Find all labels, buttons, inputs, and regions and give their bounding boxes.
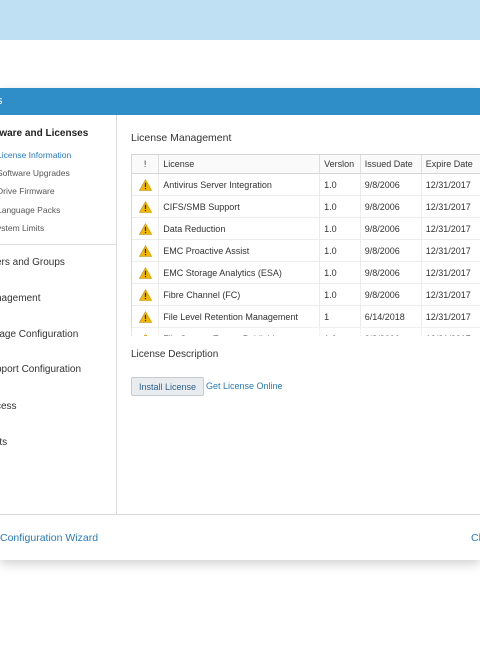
- license-name-cell: EMC Storage Analytics (ESA): [158, 261, 321, 284]
- warning-icon: [138, 244, 152, 257]
- version-cell: 1.0: [319, 173, 361, 196]
- status-cell: [132, 195, 160, 218]
- warning-icon: [138, 200, 152, 213]
- sidebar-item-software-upgrades[interactable]: Software Upgrades: [0, 168, 70, 178]
- warning-icon: [138, 266, 152, 279]
- dialog-titlebar: s: [0, 88, 480, 115]
- sidebar-section-management[interactable]: nagement: [0, 293, 40, 304]
- status-cell: [132, 173, 160, 196]
- status-cell: [132, 261, 160, 284]
- column-header-issued-date[interactable]: Issued Date: [360, 155, 422, 174]
- sidebar-section-software-licenses[interactable]: tware and Licenses: [0, 128, 88, 139]
- status-cell: [132, 239, 160, 262]
- sidebar-divider: [0, 244, 116, 245]
- license-description-title: License Description: [131, 349, 219, 360]
- sidebar-item-drive-firmware[interactable]: Drive Firmware: [0, 186, 55, 196]
- version-cell: 1.0: [319, 217, 361, 240]
- status-cell: [132, 283, 160, 306]
- version-cell: 1.0: [319, 283, 361, 306]
- sort-ascending-icon[interactable]: ↑: [340, 158, 345, 169]
- table-row[interactable]: Data Reduction 1.0 9/8/2006 12/31/2017: [132, 217, 480, 240]
- table-row[interactable]: Antivirus Server Integration 1.0 9/8/2006 1…: [132, 173, 480, 196]
- table-row[interactable]: CIFS/SMB Support 1.0 9/8/2006 12/31/2017: [132, 195, 480, 218]
- sidebar-section-support-configuration[interactable]: pport Configuration: [0, 364, 81, 375]
- table-row[interactable]: EMC Proactive Assist 1.0 9/8/2006 12/31/201…: [132, 239, 480, 262]
- column-header-license[interactable]: License ↑: [158, 155, 345, 174]
- license-name-cell: EMC Proactive Assist: [158, 239, 321, 262]
- main-panel: License Management ! License ↑ Version I…: [117, 115, 480, 514]
- close-link[interactable]: Cl: [471, 532, 480, 544]
- sidebar-item-language-packs[interactable]: Language Packs: [0, 205, 60, 215]
- warning-icon: [138, 178, 152, 191]
- table-scroll-fade: [131, 325, 480, 335]
- license-table: ! License ↑ Version Issued Date Expire D…: [131, 154, 480, 336]
- sidebar-section-storage-configuration[interactable]: rage Configuration: [0, 329, 78, 340]
- warning-icon: [138, 310, 152, 323]
- sidebar-section-alerts[interactable]: rts: [0, 437, 7, 448]
- warning-icon: [138, 222, 152, 235]
- issued-date-cell: 9/8/2006: [360, 173, 422, 196]
- sidebar-item-system-limits[interactable]: ystem Limits: [0, 223, 44, 233]
- page-title: License Management: [131, 132, 232, 144]
- version-cell: 1.0: [319, 261, 361, 284]
- issued-date-cell: 9/8/2006: [360, 217, 422, 240]
- sidebar-section-access[interactable]: cess: [0, 401, 17, 412]
- expire-date-cell: 12/31/2017: [421, 173, 480, 196]
- table-header-row: ! License ↑ Version Issued Date Expire D…: [132, 155, 480, 174]
- license-name-cell: Fibre Channel (FC): [158, 283, 321, 306]
- expire-date-cell: 12/31/2017: [421, 217, 480, 240]
- issued-date-cell: 9/8/2006: [360, 283, 422, 306]
- expire-date-cell: 12/31/2017: [421, 283, 480, 306]
- sidebar-section-users-groups[interactable]: ers and Groups: [0, 257, 65, 268]
- expire-date-cell: 12/31/2017: [421, 239, 480, 262]
- issued-date-cell: 9/8/2006: [360, 261, 422, 284]
- column-header-status[interactable]: !: [132, 155, 160, 174]
- expire-date-cell: 12/31/2017: [421, 195, 480, 218]
- status-cell: [132, 217, 160, 240]
- configuration-wizard-link[interactable]: Configuration Wizard: [0, 532, 98, 544]
- issued-date-cell: 9/8/2006: [360, 195, 422, 218]
- footer-divider: [0, 514, 480, 515]
- settings-dialog: s tware and Licenses License Information…: [0, 88, 480, 560]
- license-name-cell: CIFS/SMB Support: [158, 195, 321, 218]
- table-row[interactable]: Fibre Channel (FC) 1.0 9/8/2006 12/31/2017: [132, 283, 480, 306]
- expire-date-cell: 12/31/2017: [421, 261, 480, 284]
- install-license-button[interactable]: Install License: [131, 377, 205, 396]
- backdrop-banner: [0, 0, 480, 40]
- dialog-title: s: [0, 95, 3, 107]
- get-license-online-link[interactable]: Get License Online: [206, 381, 283, 391]
- column-header-license-label: License: [163, 159, 195, 169]
- column-header-expire-date[interactable]: Expire Date: [421, 155, 480, 174]
- warning-icon: [138, 288, 152, 301]
- version-cell: 1.0: [319, 195, 361, 218]
- version-cell: 1.0: [319, 239, 361, 262]
- issued-date-cell: 9/8/2006: [360, 239, 422, 262]
- settings-sidebar: tware and Licenses License Information S…: [0, 115, 117, 514]
- sidebar-item-license-information[interactable]: License Information: [0, 150, 71, 160]
- license-name-cell: Data Reduction: [158, 217, 321, 240]
- license-name-cell: Antivirus Server Integration: [158, 173, 321, 196]
- table-row[interactable]: EMC Storage Analytics (ESA) 1.0 9/8/2006 12…: [132, 261, 480, 284]
